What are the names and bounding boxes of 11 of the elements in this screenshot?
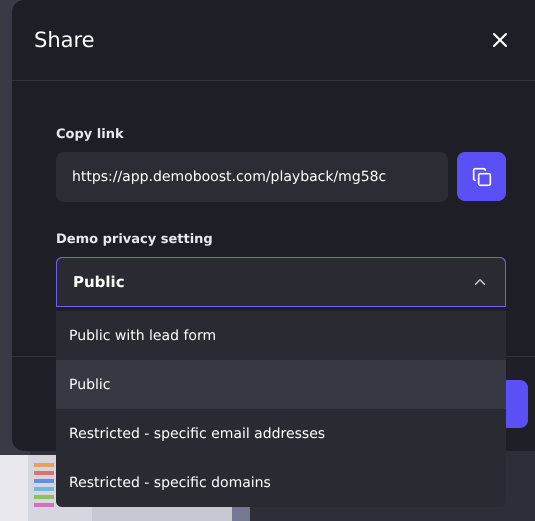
- copy-button[interactable]: [457, 152, 506, 201]
- menu-item[interactable]: Public: [56, 360, 506, 409]
- field-label: Demo privacy setting: [56, 232, 214, 247]
- menu-item[interactable]: Restricted - specific email addresses: [56, 409, 506, 458]
- menu-item[interactable]: Restricted - specific domains: [56, 458, 506, 507]
- copy-icon: [472, 166, 492, 186]
- dialog-title: Share: [34, 28, 95, 52]
- privacy-select[interactable]: Public: [56, 257, 506, 307]
- link-field[interactable]: https://app.demoboost.com/playback/mg58c: [56, 152, 448, 202]
- menu-item[interactable]: Public with lead form: [56, 311, 506, 360]
- field-label: Copy link: [56, 127, 125, 142]
